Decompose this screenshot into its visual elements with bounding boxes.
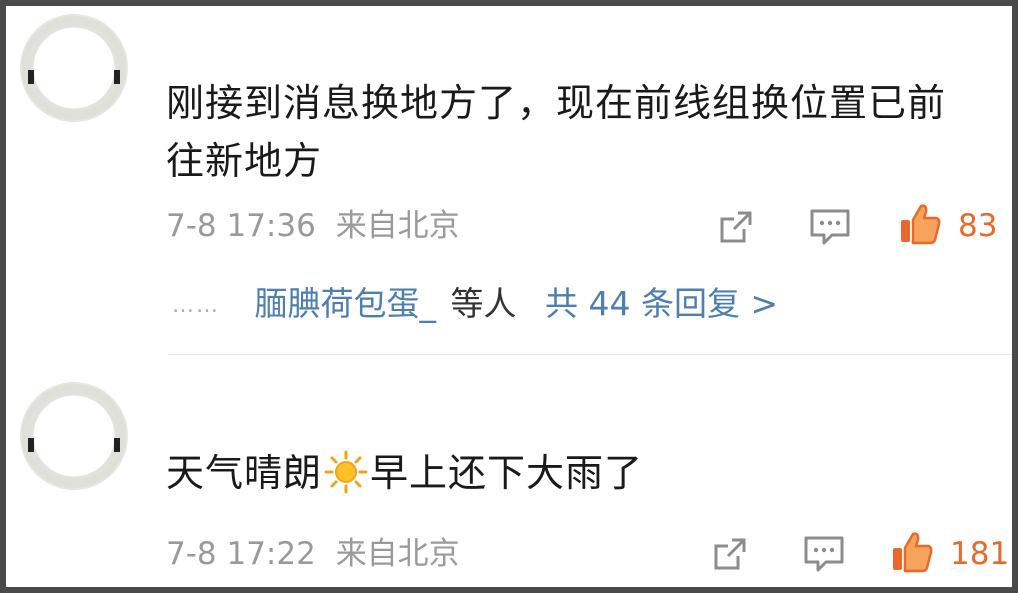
reply-dots: …… bbox=[172, 292, 220, 318]
share-icon[interactable] bbox=[710, 534, 750, 574]
comment-text-part: 早上还下大雨了 bbox=[370, 451, 644, 495]
like-count: 181 bbox=[950, 536, 1010, 572]
comment-text-line: 刚接到消息换地方了，现在前线组换位置已前 bbox=[166, 81, 947, 125]
like-button[interactable]: 83 bbox=[898, 204, 997, 248]
avatar[interactable] bbox=[20, 382, 128, 490]
comment-time: 7-8 17:36 bbox=[166, 208, 316, 244]
share-icon[interactable] bbox=[716, 207, 756, 247]
comment-item: 天气晴朗 早上还下大雨了 7-8 17:22 来自北京 181 bbox=[6, 356, 1012, 587]
avatar-mark-left bbox=[28, 438, 34, 452]
thumbs-up-icon bbox=[898, 202, 942, 250]
comment-source: 来自北京 bbox=[335, 536, 460, 572]
avatar[interactable] bbox=[20, 14, 128, 122]
like-button[interactable]: 181 bbox=[890, 532, 1009, 576]
comment-meta: 7-8 17:22 来自北京 bbox=[166, 534, 460, 574]
reply-suffix: 等人 bbox=[450, 284, 517, 323]
comment-time: 7-8 17:22 bbox=[166, 536, 316, 572]
reply-user-name[interactable]: 腼腆荷包蛋_ bbox=[255, 284, 437, 323]
comment-text-line: 往新地方 bbox=[166, 139, 323, 183]
comment-list: 刚接到消息换地方了，现在前线组换位置已前 往新地方 7-8 17:36 来自北京 bbox=[6, 6, 1012, 587]
avatar-mark-right bbox=[114, 438, 120, 452]
thumbs-up-icon bbox=[890, 530, 934, 578]
comment-meta: 7-8 17:36 来自北京 bbox=[166, 206, 460, 246]
view-replies-link[interactable]: 共 44 条回复 > bbox=[545, 284, 778, 323]
like-count: 83 bbox=[958, 208, 998, 244]
avatar-mark-left bbox=[28, 70, 34, 84]
divider bbox=[168, 354, 1012, 355]
comment-text-part: 天气晴朗 bbox=[166, 451, 323, 495]
comment-text: 刚接到消息换地方了，现在前线组换位置已前 往新地方 bbox=[166, 74, 1006, 190]
avatar-mark-right bbox=[114, 70, 120, 84]
reply-summary[interactable]: …… 腼腆荷包蛋_ 等人 共 44 条回复 > bbox=[172, 282, 778, 328]
comment-text: 天气晴朗 早上还下大雨了 bbox=[166, 444, 1006, 502]
comment-icon[interactable] bbox=[802, 534, 844, 574]
comment-source: 来自北京 bbox=[335, 208, 460, 244]
comment-icon[interactable] bbox=[808, 207, 850, 247]
comment-item: 刚接到消息换地方了，现在前线组换位置已前 往新地方 7-8 17:36 来自北京 bbox=[6, 6, 1012, 356]
sun-emoji-icon bbox=[324, 450, 368, 494]
